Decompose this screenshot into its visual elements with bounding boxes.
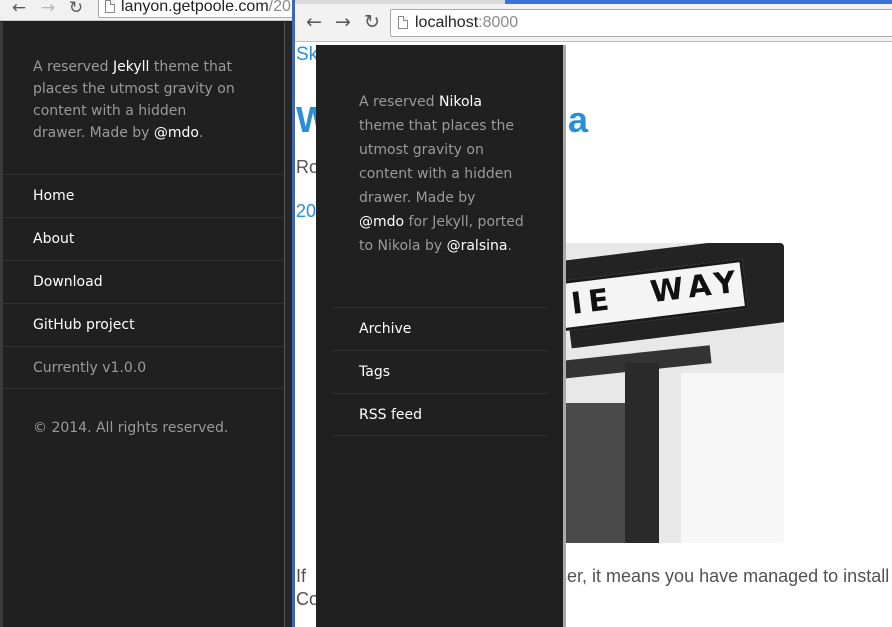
page-icon	[105, 0, 115, 13]
mdo-link[interactable]: @mdo	[154, 125, 199, 141]
jekyll-link[interactable]: Jekyll	[113, 59, 149, 75]
sidebar-copyright: © 2014. All rights reserved.	[33, 420, 229, 436]
right-browser-window: ← → ↻ localhost:8000 Sk Wa Ro 20 IE WAY	[292, 0, 892, 627]
sidebar-item-about[interactable]: About	[3, 217, 284, 260]
sidebar-nav: Home About Download GitHub project Curre…	[3, 174, 284, 389]
about-middle: theme that places the utmost gravity on …	[359, 118, 514, 206]
about-prefix: A reserved	[359, 94, 439, 110]
ralsina-link[interactable]: @ralsina	[447, 238, 508, 254]
post-text-line1-left: If	[296, 566, 307, 586]
back-arrow-icon[interactable]: ←	[9, 0, 29, 20]
sidebar-about-text: A reserved Jekyll theme that places the …	[33, 56, 238, 144]
post-date-link[interactable]: 20	[296, 201, 316, 222]
right-address-bar[interactable]: localhost:8000	[390, 9, 892, 37]
photo-pole	[625, 363, 659, 543]
sidebar-version: Currently v1.0.0	[3, 346, 284, 389]
sidebar-item-download[interactable]: Download	[3, 260, 284, 303]
drawer-item-rss-feed[interactable]: RSS feed	[333, 393, 547, 436]
post-text-line1-right: ser, it means you have managed to instal…	[558, 566, 890, 586]
left-url-host: lanyon.getpoole.com	[121, 0, 269, 15]
post-title-right: a	[567, 99, 589, 140]
sidebar-item-home[interactable]: Home	[3, 174, 284, 217]
photo-sky	[681, 373, 784, 543]
nikola-drawer: A reserved Nikola theme that places the …	[316, 45, 566, 627]
left-browser-toolbar: ← → ↻ lanyon.getpoole.com/20	[0, 0, 292, 21]
right-browser-toolbar: ← → ↻ localhost:8000	[295, 0, 892, 42]
photo-sign-text-right: WAY	[648, 264, 744, 311]
about-end: .	[198, 125, 204, 141]
nikola-link[interactable]: Nikola	[439, 94, 482, 110]
photo-sign-face: IE WAY	[561, 258, 749, 333]
photo-sign-text-left: IE	[569, 281, 617, 322]
reload-icon[interactable]: ↻	[361, 12, 383, 34]
sidebar-item-github-project[interactable]: GitHub project	[3, 303, 284, 346]
back-arrow-icon[interactable]: ←	[303, 12, 325, 34]
drawer-about-text: A reserved Nikola theme that places the …	[359, 90, 524, 258]
drawer-item-archive[interactable]: Archive	[333, 307, 547, 350]
left-url-path: /20	[268, 0, 291, 15]
reload-icon[interactable]: ↻	[66, 0, 86, 20]
photo-building	[561, 403, 625, 543]
forward-arrow-icon[interactable]: →	[38, 0, 58, 20]
about-end: .	[507, 238, 512, 254]
right-url-port: :8000	[478, 14, 519, 31]
active-tab-indicator[interactable]	[505, 0, 892, 4]
skip-to-content-link[interactable]: Sk	[296, 44, 318, 66]
about-prefix: A reserved	[33, 59, 113, 75]
left-browser-window: ← → ↻ lanyon.getpoole.com/20 A reserved …	[0, 0, 292, 627]
left-window-scroll-edge	[284, 22, 292, 627]
photo-sign: IE WAY	[561, 243, 784, 349]
forward-arrow-icon[interactable]: →	[332, 12, 354, 34]
left-address-bar[interactable]: lanyon.getpoole.com/20	[98, 0, 292, 18]
page-icon	[398, 16, 408, 29]
right-url-host: localhost	[415, 14, 479, 31]
street-sign-photo: IE WAY	[561, 243, 784, 543]
drawer-nav: Archive Tags RSS feed	[333, 307, 547, 436]
lanyon-sidebar: A reserved Jekyll theme that places the …	[3, 22, 284, 627]
drawer-item-tags[interactable]: Tags	[333, 350, 547, 393]
mdo-link[interactable]: @mdo	[359, 214, 404, 230]
